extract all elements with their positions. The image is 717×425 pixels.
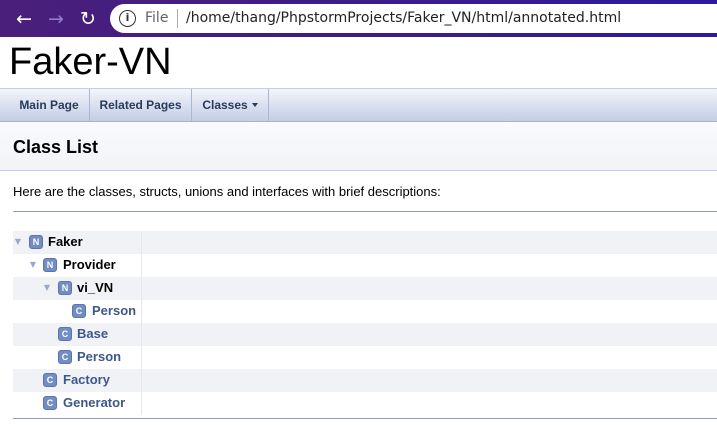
tab-related-pages-label: Related Pages [99, 98, 182, 112]
tree-item-link[interactable]: Generator [63, 395, 125, 410]
url-scheme-label: File [145, 10, 169, 26]
tab-main-page-label: Main Page [19, 98, 79, 112]
info-icon[interactable]: i [119, 10, 136, 27]
chevron-down-icon [251, 103, 258, 107]
class-icon: C [43, 396, 57, 410]
class-icon: C [72, 304, 86, 318]
tree-row: C Person [13, 300, 717, 323]
namespace-icon: N [43, 258, 57, 272]
namespace-icon: N [58, 281, 72, 295]
tree-item-link[interactable]: Faker [48, 234, 83, 249]
column-separator [141, 392, 142, 415]
tab-related-pages[interactable]: Related Pages [90, 89, 192, 121]
url-separator [177, 9, 178, 28]
expand-arrow-icon[interactable]: ▼ [13, 237, 23, 247]
class-icon: C [43, 373, 57, 387]
back-icon[interactable]: ← [11, 6, 37, 32]
tree-row: C Generator [13, 392, 717, 415]
class-icon: C [58, 327, 72, 341]
tab-main-page[interactable]: Main Page [9, 89, 90, 121]
tree-item-link[interactable]: Factory [63, 372, 110, 387]
address-bar[interactable]: i File /home/thang/PhpstormProjects/Fake… [110, 4, 717, 33]
tree-row: C Factory [13, 369, 717, 392]
project-title: Faker-VN [9, 41, 172, 83]
expand-arrow-icon[interactable]: ▼ [42, 283, 52, 293]
forward-icon[interactable]: → [43, 6, 69, 32]
column-separator [141, 346, 142, 369]
tree-row: ▼ N Provider [13, 254, 717, 277]
divider [13, 211, 717, 212]
column-separator [141, 277, 142, 300]
main-navbar: Main Page Related Pages Classes [0, 88, 717, 122]
tree-item-link[interactable]: Base [77, 326, 108, 341]
tree-item-link[interactable]: vi_VN [77, 280, 113, 295]
tree-row: C Person [13, 346, 717, 369]
class-icon: C [58, 350, 72, 364]
page-header [0, 123, 717, 171]
tree-item-link[interactable]: Provider [63, 257, 116, 272]
column-separator [141, 254, 142, 277]
tree-row: ▼ N Faker [13, 231, 717, 254]
column-separator [141, 323, 142, 346]
tree-item-link[interactable]: Person [92, 303, 136, 318]
namespace-icon: N [29, 235, 43, 249]
column-separator [141, 369, 142, 392]
column-separator [141, 231, 142, 254]
expand-arrow-icon[interactable]: ▼ [28, 260, 38, 270]
tab-classes-label: Classes [202, 98, 248, 112]
tree-item-link[interactable]: Person [77, 349, 121, 364]
divider [13, 418, 717, 419]
tab-classes[interactable]: Classes [192, 89, 269, 121]
page-title: Class List [13, 137, 99, 157]
tree-row: ▼ N vi_VN [13, 277, 717, 300]
intro-text: Here are the classes, structs, unions an… [13, 184, 441, 199]
browser-toolbar: ← → ↻ i File /home/thang/PhpstormProject… [0, 0, 717, 37]
tree-row: C Base [13, 323, 717, 346]
reload-icon[interactable]: ↻ [75, 6, 101, 32]
column-separator [141, 300, 142, 323]
url-path[interactable]: /home/thang/PhpstormProjects/Faker_VN/ht… [186, 10, 621, 26]
